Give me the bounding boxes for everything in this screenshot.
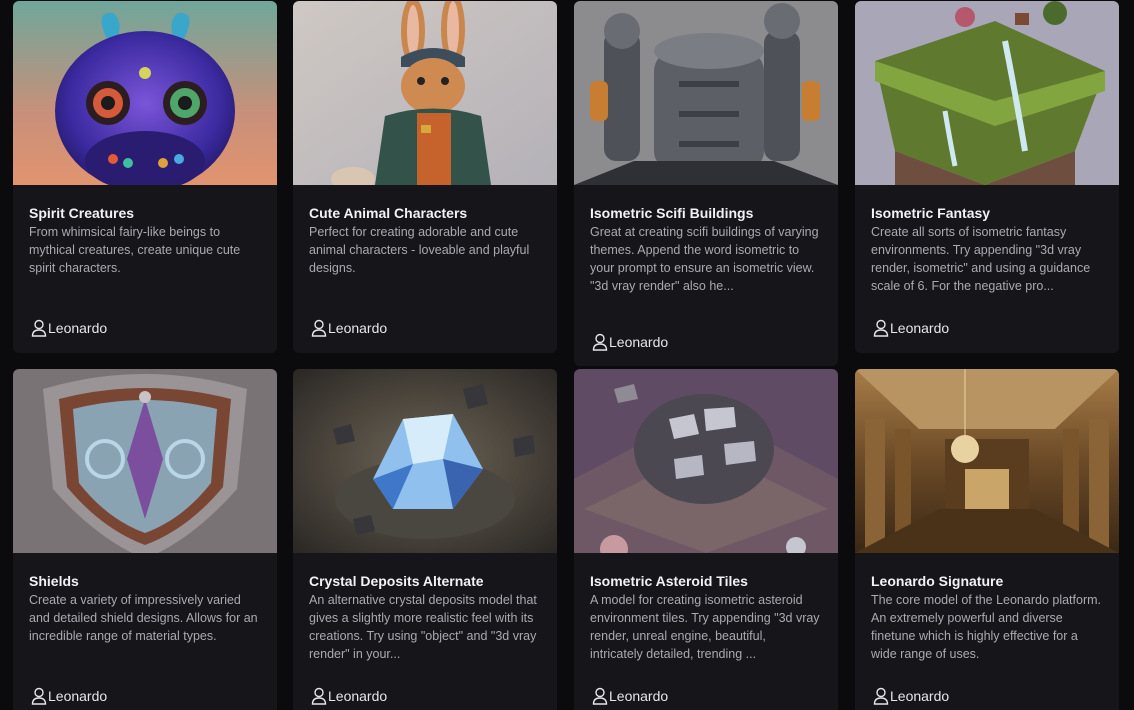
monster-creature-image [13,1,277,185]
model-card-description: Perfect for creating adorable and cute a… [309,225,530,275]
author-name: Leonardo [328,320,388,336]
model-card-title: Cute Animal Characters [309,205,468,221]
author-name: Leonardo [48,688,108,704]
model-card-description: A model for creating isometric asteroid … [590,593,820,661]
user-icon [31,687,47,705]
model-card-title: Leonardo Signature [871,573,1004,589]
user-icon [311,687,327,705]
model-card-isometric-asteroid-tiles[interactable]: Isometric Asteroid Tiles A model for cre… [574,369,838,710]
user-icon [592,687,608,705]
model-card-crystal-deposits-alternate[interactable]: Crystal Deposits Alternate An alternativ… [293,369,557,710]
model-card-author: Leonardo [311,687,387,705]
model-card-author: Leonardo [311,319,387,337]
author-name: Leonardo [609,688,669,704]
model-card-isometric-scifi-buildings[interactable]: Isometric Scifi Buildings Great at creat… [574,1,838,366]
model-grid: Spirit Creatures From whimsical fairy-li… [0,0,1134,710]
model-card-title: Shields [29,573,79,589]
model-card-author: Leonardo [592,687,668,705]
model-card-title: Isometric Fantasy [871,205,991,221]
user-icon [311,319,327,337]
model-card-description: Create a variety of impressively varied … [29,593,258,643]
model-card-cute-animal-characters[interactable]: Cute Animal Characters Perfect for creat… [293,1,557,353]
author-name: Leonardo [890,320,950,336]
model-card-author: Leonardo [31,687,107,705]
rabbit-character-image [293,1,557,185]
user-icon [592,333,608,351]
scifi-building-image [574,1,838,185]
asteroid-tile-image [574,369,838,553]
model-card-leonardo-signature[interactable]: Leonardo Signature The core model of the… [855,369,1119,710]
model-card-description: An alternative crystal deposits model th… [309,593,537,661]
model-card-description: Great at creating scifi buildings of var… [590,225,819,293]
shield-image [13,369,277,553]
author-name: Leonardo [48,320,108,336]
fantasy-island-image [855,1,1119,185]
model-card-title: Crystal Deposits Alternate [309,573,484,589]
model-card-author: Leonardo [873,687,949,705]
model-card-description: Create all sorts of isometric fantasy en… [871,225,1091,293]
user-icon [31,319,47,337]
user-icon [873,319,889,337]
model-card-author: Leonardo [31,319,107,337]
model-card-spirit-creatures[interactable]: Spirit Creatures From whimsical fairy-li… [13,1,277,353]
author-name: Leonardo [328,688,388,704]
model-card-author: Leonardo [873,319,949,337]
palace-hall-image [855,369,1119,553]
model-card-description: The core model of the Leonardo platform.… [871,593,1101,661]
author-name: Leonardo [609,334,669,350]
model-card-author: Leonardo [592,333,668,351]
model-card-title: Spirit Creatures [29,205,135,221]
model-card-title: Isometric Scifi Buildings [590,205,754,221]
model-card-shields[interactable]: Shields Create a variety of impressively… [13,369,277,710]
user-icon [873,687,889,705]
model-card-title: Isometric Asteroid Tiles [590,573,748,589]
author-name: Leonardo [890,688,950,704]
model-card-isometric-fantasy[interactable]: Isometric Fantasy Create all sorts of is… [855,1,1119,353]
model-card-description: From whimsical fairy-like beings to myth… [29,225,241,275]
crystal-image [293,369,557,553]
